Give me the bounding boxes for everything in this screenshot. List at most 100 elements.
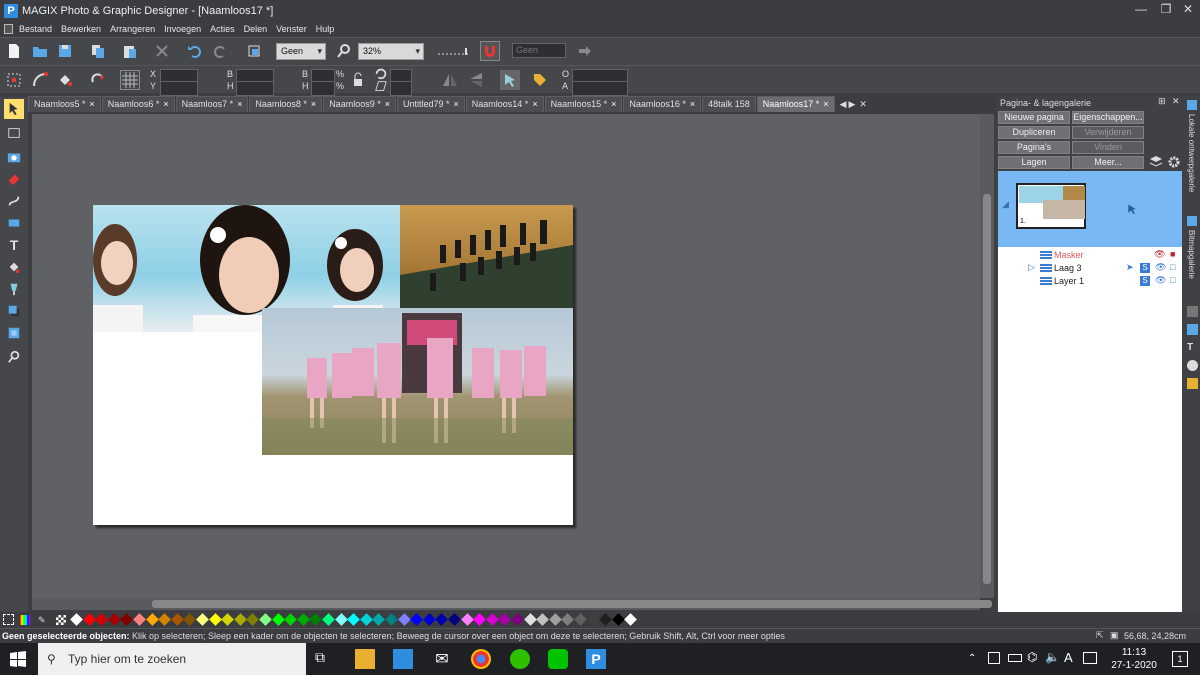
page-thumbnail-area[interactable]: ◢ 1. (998, 171, 1182, 247)
panel-close-button[interactable]: ✕ (1172, 96, 1180, 107)
tab-naamloos5[interactable]: Naamloos5 * × (28, 96, 101, 112)
panel-pin-button[interactable]: ⊞ (1158, 96, 1166, 107)
color-swatch[interactable] (70, 613, 83, 626)
menu-delen[interactable]: Delen (244, 24, 268, 34)
menu-hulp[interactable]: Hulp (316, 24, 335, 34)
delete-button[interactable]: Verwijderen (1072, 126, 1144, 139)
page-thumbnail[interactable]: 1. (1016, 183, 1086, 229)
tray-monitor-icon[interactable] (988, 652, 1000, 664)
layer-visible-icon[interactable]: 👁 (1154, 249, 1165, 260)
layer-lock-icon[interactable]: ■ (1170, 249, 1175, 259)
color-swatch[interactable] (259, 613, 272, 626)
layer-row-layer1[interactable]: Layer 1 S 👁 □ (998, 275, 1182, 288)
layers-button[interactable]: Lagen (998, 156, 1070, 169)
color-gallery-icon[interactable] (1187, 324, 1198, 335)
tab-next-button[interactable]: ▶ (848, 96, 855, 113)
tag-icon[interactable] (530, 70, 550, 90)
tab-close-all-button[interactable]: ✕ (859, 96, 867, 113)
layer-visible-icon[interactable]: 👁 (1155, 262, 1166, 273)
color-swatch[interactable] (561, 613, 575, 626)
fill-gallery-icon[interactable] (1187, 306, 1198, 317)
bitmap-gallery-label[interactable]: Bitmapgalerie (1187, 230, 1196, 279)
transparent-swatch[interactable] (56, 615, 66, 625)
minimize-button[interactable]: — (1128, 0, 1154, 20)
vertical-scroll-thumb[interactable] (983, 194, 991, 584)
color-swatch[interactable] (208, 613, 222, 626)
photo-dance-group[interactable] (400, 205, 573, 308)
copy-icon[interactable] (88, 41, 108, 61)
color-swatch[interactable] (246, 613, 260, 626)
eraser-tool-icon[interactable] (4, 169, 24, 189)
color-swatch[interactable] (170, 613, 184, 626)
zoom-tool-icon[interactable] (4, 347, 24, 367)
tray-volume-icon[interactable]: 🔈 (1045, 650, 1060, 664)
properties-button[interactable]: Eigenschappen... (1072, 111, 1144, 124)
color-swatch[interactable] (410, 613, 424, 626)
paste-icon[interactable] (120, 41, 140, 61)
curve-icon[interactable] (30, 70, 50, 90)
eyedropper-icon[interactable]: ✎ (38, 615, 50, 625)
layer-expand-icon[interactable]: ▷ (1028, 262, 1035, 273)
rotate-icon[interactable] (88, 70, 108, 90)
selector-tool-icon[interactable] (4, 99, 24, 119)
fill-value-input[interactable]: Geen (512, 43, 566, 58)
color-swatch[interactable] (296, 613, 310, 626)
flip-vertical-icon[interactable] (466, 70, 486, 90)
color-swatch[interactable] (599, 613, 613, 626)
line-icon[interactable] (548, 649, 568, 669)
shadow-tool-icon[interactable] (4, 301, 24, 321)
select-pointer-icon[interactable] (500, 70, 520, 90)
no-color-swatch[interactable] (3, 614, 14, 625)
fill-tool-icon[interactable] (4, 257, 24, 277)
magix-app-icon[interactable]: P (586, 649, 606, 669)
tray-network-icon[interactable]: ⌬ (1027, 650, 1037, 664)
vertical-scrollbar[interactable] (980, 114, 994, 598)
zoom-icon[interactable] (334, 41, 354, 61)
scale-height-input[interactable] (311, 81, 335, 96)
color-swatch[interactable] (359, 613, 373, 626)
select-handles-icon[interactable] (4, 70, 24, 90)
local-gallery-icon[interactable] (1187, 100, 1197, 110)
close-button[interactable]: ✕ (1175, 0, 1200, 20)
clipart-gallery-icon[interactable] (1187, 360, 1198, 371)
taskbar-search-box[interactable]: ⚲ Typ hier om te zoeken (38, 643, 306, 675)
duplicate-button[interactable]: Dupliceren (998, 126, 1070, 139)
line-width-icon[interactable] (436, 41, 470, 61)
local-gallery-label[interactable]: Lokale ontwerpgalerie (1187, 114, 1196, 192)
font-gallery-icon[interactable]: T (1187, 342, 1198, 353)
shape-editor-tool-icon[interactable] (4, 191, 24, 211)
flip-horizontal-icon[interactable] (440, 70, 460, 90)
transform-icon[interactable] (244, 41, 264, 61)
bevel-tool-icon[interactable] (4, 323, 24, 343)
menu-arrangeren[interactable]: Arrangeren (110, 24, 155, 34)
redo-icon[interactable] (210, 41, 230, 61)
task-view-icon[interactable]: ⧉ (315, 649, 335, 669)
height-input[interactable] (236, 81, 274, 96)
menu-invoegen[interactable]: Invoegen (164, 24, 201, 34)
text-tool-icon[interactable]: T (4, 235, 24, 255)
color-swatch[interactable] (435, 613, 449, 626)
color-swatch[interactable] (586, 613, 600, 626)
color-swatch[interactable] (460, 613, 474, 626)
color-swatch[interactable] (221, 613, 235, 626)
color-swatch[interactable] (95, 613, 109, 626)
color-swatch[interactable] (372, 613, 386, 626)
color-swatch[interactable] (548, 613, 562, 626)
color-swatch[interactable] (385, 613, 398, 626)
clock-time[interactable]: 11:13 (1112, 647, 1156, 658)
color-swatch[interactable] (347, 613, 361, 626)
color-swatch[interactable] (322, 613, 335, 626)
delete-icon[interactable] (152, 41, 172, 61)
color-swatch[interactable] (624, 613, 638, 626)
color-swatch[interactable] (334, 613, 348, 626)
menu-acties[interactable]: Acties (210, 24, 235, 34)
tab-naamloos14[interactable]: Naamloos14 * × (465, 96, 544, 112)
new-document-icon[interactable] (4, 41, 24, 61)
tab-naamloos16[interactable]: Naamloos16 * × (623, 96, 702, 112)
tab-naamloos9[interactable]: Naamloos9 * × (323, 96, 396, 112)
open-folder-icon[interactable] (30, 41, 50, 61)
arrow-right-icon[interactable] (575, 41, 595, 61)
notification-center-icon[interactable]: 1 (1172, 651, 1188, 667)
tab-naamloos17[interactable]: Naamloos17 * × (756, 96, 835, 112)
color-swatch[interactable] (485, 613, 499, 626)
